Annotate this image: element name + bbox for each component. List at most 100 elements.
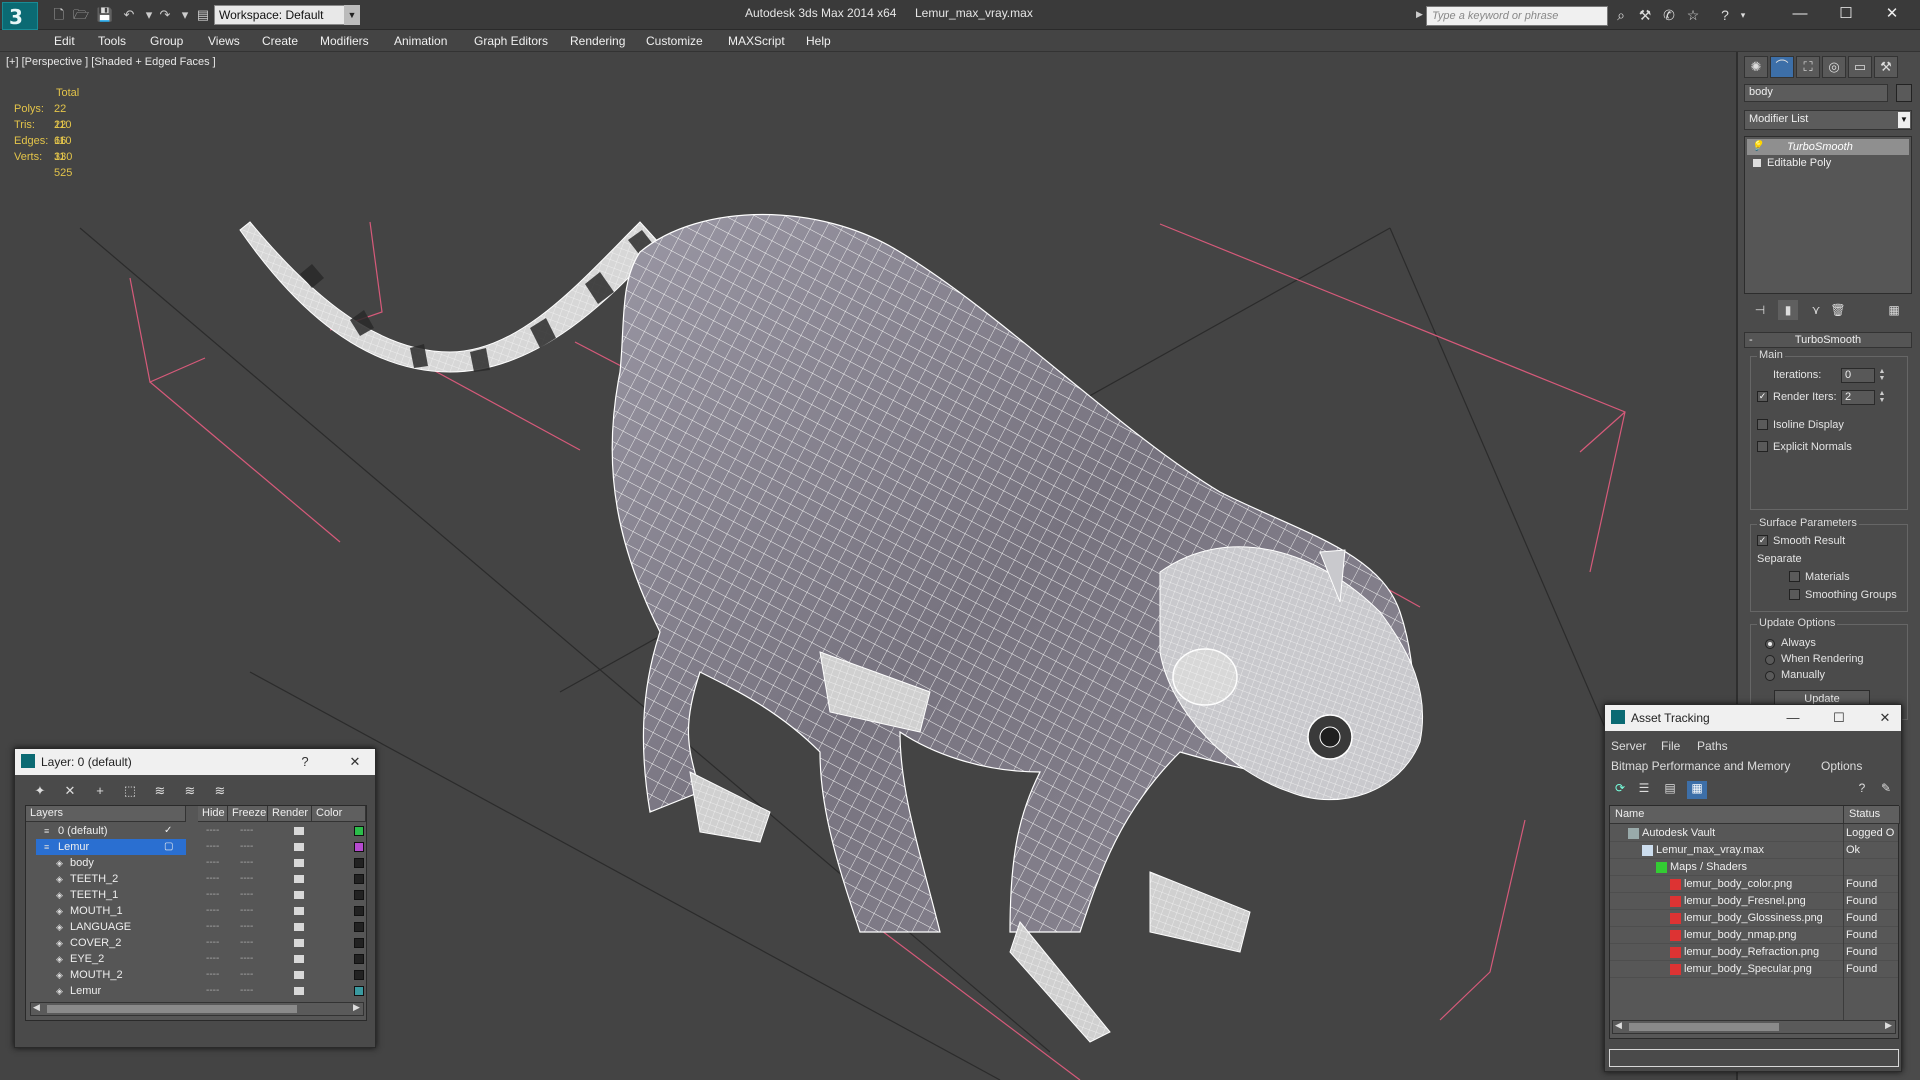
asset-row[interactable]: Lemur_max_vray.max Ok — [1610, 842, 1898, 859]
minimize-button[interactable]: — — [1780, 2, 1820, 26]
hide-toggle[interactable]: ---- — [206, 887, 219, 903]
menu-tools[interactable]: Tools — [98, 34, 126, 48]
column-hide[interactable]: Hide — [198, 806, 228, 822]
menu-options[interactable]: Options — [1821, 759, 1862, 773]
layer-name[interactable]: MOUTH_1 — [70, 903, 123, 919]
hierarchy-tab-icon[interactable]: ⛶ — [1796, 56, 1820, 78]
freeze-toggle[interactable]: ---- — [240, 967, 253, 983]
always-radio[interactable] — [1765, 639, 1775, 649]
render-teapot-icon[interactable] — [294, 843, 304, 851]
layer-color-swatch[interactable] — [354, 826, 364, 836]
configure-sets-icon[interactable]: ▦ — [1884, 300, 1904, 320]
asset-row[interactable]: lemur_body_nmap.png Found — [1610, 927, 1898, 944]
hide-toggle[interactable]: ---- — [206, 935, 219, 951]
layer-color-swatch[interactable] — [354, 938, 364, 948]
layer-color-swatch[interactable] — [354, 858, 364, 868]
chevron-down-icon[interactable]: ▼ — [1898, 112, 1910, 128]
workspace-dropdown[interactable]: Workspace: Default — [214, 5, 360, 25]
modifier-list-dropdown[interactable]: Modifier List — [1744, 110, 1912, 130]
layer-row[interactable]: ≡ Lemur ▢ ---- ---- — [26, 839, 366, 855]
menu-views[interactable]: Views — [208, 34, 240, 48]
motion-tab-icon[interactable]: ◎ — [1822, 56, 1846, 78]
horizontal-scrollbar[interactable]: ◀ ▶ — [1612, 1020, 1896, 1034]
highlight-icon[interactable]: ✎ — [1877, 781, 1895, 799]
new-file-icon[interactable]: 🗋 — [50, 7, 68, 23]
make-unique-icon[interactable]: ⋎ — [1806, 300, 1826, 320]
save-file-icon[interactable]: 💾 — [96, 7, 114, 23]
scroll-left-icon[interactable]: ◀ — [33, 1002, 40, 1013]
display-tab-icon[interactable]: ▭ — [1848, 56, 1872, 78]
render-teapot-icon[interactable] — [294, 971, 304, 979]
materials-checkbox[interactable] — [1789, 571, 1800, 582]
layer-name[interactable]: LANGUAGE — [70, 919, 131, 935]
scroll-thumb[interactable] — [1629, 1023, 1779, 1031]
current-layer-check-icon[interactable]: ✓ — [164, 823, 172, 839]
asset-row[interactable]: Maps / Shaders — [1610, 859, 1898, 876]
viewport-label-menu[interactable]: [+] [Perspective ] [Shaded + Edged Faces… — [6, 56, 216, 68]
freeze-all-layers-icon[interactable]: ≋ — [209, 781, 231, 801]
layer-name[interactable]: TEETH_1 — [70, 887, 118, 903]
menu-create[interactable]: Create — [262, 34, 298, 48]
layer-row[interactable]: ◈ body ---- ---- — [26, 855, 366, 871]
layer-name[interactable]: TEETH_2 — [70, 871, 118, 887]
column-freeze[interactable]: Freeze — [228, 806, 268, 822]
undo-icon[interactable]: ↶ — [120, 7, 138, 23]
render-teapot-icon[interactable] — [294, 875, 304, 883]
layer-color-swatch[interactable] — [354, 874, 364, 884]
layer-dialog-titlebar[interactable]: Layer: 0 (default) ? ✕ — [15, 749, 375, 775]
asset-row[interactable]: lemur_body_Glossiness.png Found — [1610, 910, 1898, 927]
render-iters-spinner[interactable]: 2 — [1841, 390, 1875, 405]
menu-edit[interactable]: Edit — [54, 34, 75, 48]
render-teapot-icon[interactable] — [294, 827, 304, 835]
hide-toggle[interactable]: ---- — [206, 951, 219, 967]
layer-name[interactable]: body — [70, 855, 94, 871]
menu-modifiers[interactable]: Modifiers — [320, 34, 369, 48]
freeze-toggle[interactable]: ---- — [240, 823, 253, 839]
help-icon[interactable]: ? — [1853, 781, 1871, 799]
expand-plus-icon[interactable] — [1753, 159, 1761, 167]
smoothing-groups-checkbox[interactable] — [1789, 589, 1800, 600]
layer-row[interactable]: ≡ 0 (default) ✓ ---- ---- — [26, 823, 366, 839]
object-name-field[interactable]: body — [1744, 84, 1888, 102]
menu-rendering[interactable]: Rendering — [570, 34, 625, 48]
refresh-icon[interactable]: ⟳ — [1611, 781, 1629, 799]
column-render[interactable]: Render — [268, 806, 312, 822]
hide-toggle[interactable]: ---- — [206, 855, 219, 871]
horizontal-scrollbar[interactable]: ◀ ▶ — [30, 1002, 364, 1016]
explicit-normals-checkbox[interactable] — [1757, 441, 1768, 452]
spinner-arrows-icon[interactable]: ▲ ▼ — [1877, 368, 1887, 383]
pin-stack-icon[interactable]: ⊣ — [1750, 300, 1770, 320]
asset-row[interactable]: lemur_body_color.png Found — [1610, 876, 1898, 893]
freeze-toggle[interactable]: ---- — [240, 903, 253, 919]
collapse-icon[interactable]: - — [1749, 333, 1753, 347]
layer-color-swatch[interactable] — [354, 954, 364, 964]
show-end-result-icon[interactable]: ▮ — [1778, 300, 1798, 320]
freeze-toggle[interactable]: ---- — [240, 887, 253, 903]
close-button[interactable]: ✕ — [345, 753, 365, 771]
list-view-icon[interactable]: ☰ — [1635, 781, 1653, 799]
layer-color-swatch[interactable] — [354, 970, 364, 980]
favorites-star-icon[interactable]: ☆ — [1684, 6, 1702, 24]
help-button[interactable]: ? — [295, 753, 315, 771]
asset-row[interactable]: Autodesk Vault Logged O — [1610, 825, 1898, 842]
minimize-button[interactable]: — — [1783, 709, 1803, 727]
chevron-down-icon[interactable]: ▼ — [344, 5, 360, 25]
asset-row[interactable]: lemur_body_Fresnel.png Found — [1610, 893, 1898, 910]
spinner-arrows-icon[interactable]: ▲ ▼ — [1877, 390, 1887, 405]
delete-layer-icon[interactable]: ✕ — [59, 781, 81, 801]
menu-animation[interactable]: Animation — [394, 34, 447, 48]
freeze-toggle[interactable]: ---- — [240, 951, 253, 967]
layer-name[interactable]: Lemur — [70, 983, 101, 999]
menu-maxscript[interactable]: MAXScript — [728, 34, 785, 48]
table-view-icon[interactable]: ▦ — [1687, 781, 1707, 799]
column-name[interactable]: Name — [1610, 806, 1844, 824]
hide-toggle[interactable]: ---- — [206, 919, 219, 935]
lightbulb-icon[interactable]: 💡 — [1751, 139, 1763, 155]
render-teapot-icon[interactable] — [294, 891, 304, 899]
freeze-toggle[interactable]: ---- — [240, 871, 253, 887]
help-dropdown-icon[interactable]: ▾ — [1734, 6, 1752, 24]
scroll-right-icon[interactable]: ▶ — [353, 1002, 360, 1013]
object-color-swatch[interactable] — [1896, 84, 1912, 102]
layer-color-swatch[interactable] — [354, 922, 364, 932]
asset-row[interactable]: lemur_body_Specular.png Found — [1610, 961, 1898, 978]
